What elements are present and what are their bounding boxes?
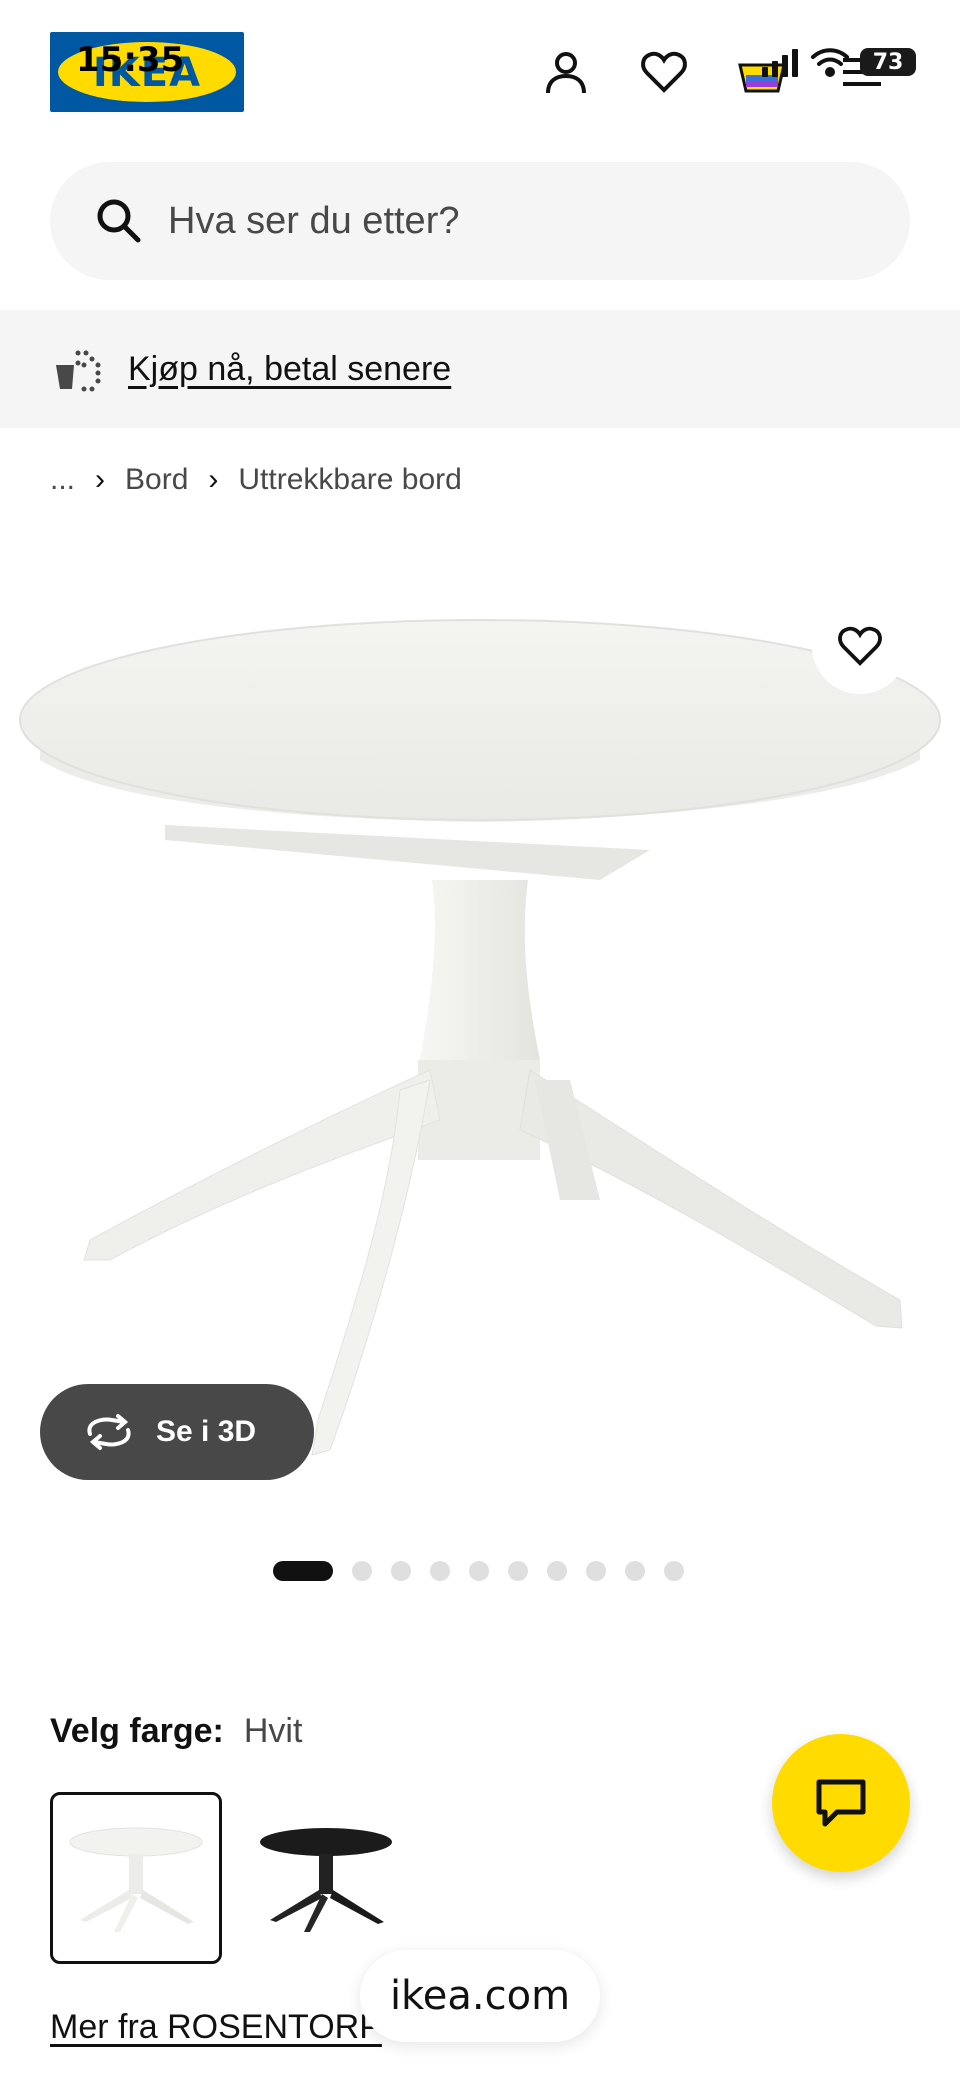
wifi-icon [811,48,849,77]
signal-icon [762,49,798,77]
favorite-button[interactable] [812,598,908,694]
carousel-dot[interactable] [273,1561,333,1581]
chevron-right-icon: › [208,463,219,496]
breadcrumb-ellipsis[interactable]: ... [50,463,75,497]
search-icon [97,199,141,243]
carousel-dot[interactable] [430,1561,450,1581]
carousel-indicator [273,1560,684,1582]
header: IKEA 15:35 73 [0,0,960,150]
profile-icon[interactable] [538,44,594,100]
color-value: Hvit [243,1712,303,1750]
color-swatch-black[interactable] [240,1792,412,1964]
chevron-right-icon: › [95,463,106,496]
white-table-thumbnail [69,1827,203,1932]
more-from-link[interactable]: Mer fra ROSENTORP [50,2008,382,2047]
pay-later-icon [56,350,101,392]
carousel-dot[interactable] [586,1561,606,1581]
chat-button[interactable] [772,1734,910,1872]
breadcrumb-item-uttrekkbare[interactable]: Uttrekkbare bord [238,463,461,497]
view-3d-label: Se i 3D [156,1415,257,1448]
product-page: IKEA 15:35 73 Hva ser du etter? Kjøp nå,… [0,0,960,2078]
color-swatch-white[interactable] [50,1792,222,1964]
status-icons: 73 [760,44,916,80]
product-image[interactable] [0,560,960,1520]
color-selector-label-row: Velg farge: Hvit [50,1712,302,1751]
chat-icon [816,1779,866,1827]
rotate-3d-icon [87,1414,131,1450]
carousel-dot[interactable] [547,1561,567,1581]
carousel-dot[interactable] [625,1561,645,1581]
carousel-dot[interactable] [391,1561,411,1581]
carousel-dot[interactable] [352,1561,372,1581]
color-label: Velg farge: [50,1712,224,1750]
promo-banner: Kjøp nå, betal senere [0,310,960,428]
heart-icon[interactable] [636,44,692,100]
view-3d-button[interactable]: Se i 3D [40,1384,314,1480]
browser-url-pill[interactable]: ikea.com [360,1950,600,2042]
carousel-dot[interactable] [664,1561,684,1581]
carousel-dot[interactable] [469,1561,489,1581]
battery-indicator: 73 [860,48,916,76]
heart-icon [838,626,882,666]
breadcrumb: ... › Bord › Uttrekkbare bord [50,460,462,500]
promo-link[interactable]: Kjøp nå, betal senere [128,350,451,389]
search-placeholder: Hva ser du etter? [168,199,460,242]
carousel-dot[interactable] [508,1561,528,1581]
status-time: 15:35 [76,40,185,80]
search-bar[interactable]: Hva ser du etter? [50,162,910,280]
black-table-thumbnail [260,1828,392,1932]
breadcrumb-item-bord[interactable]: Bord [125,463,188,497]
